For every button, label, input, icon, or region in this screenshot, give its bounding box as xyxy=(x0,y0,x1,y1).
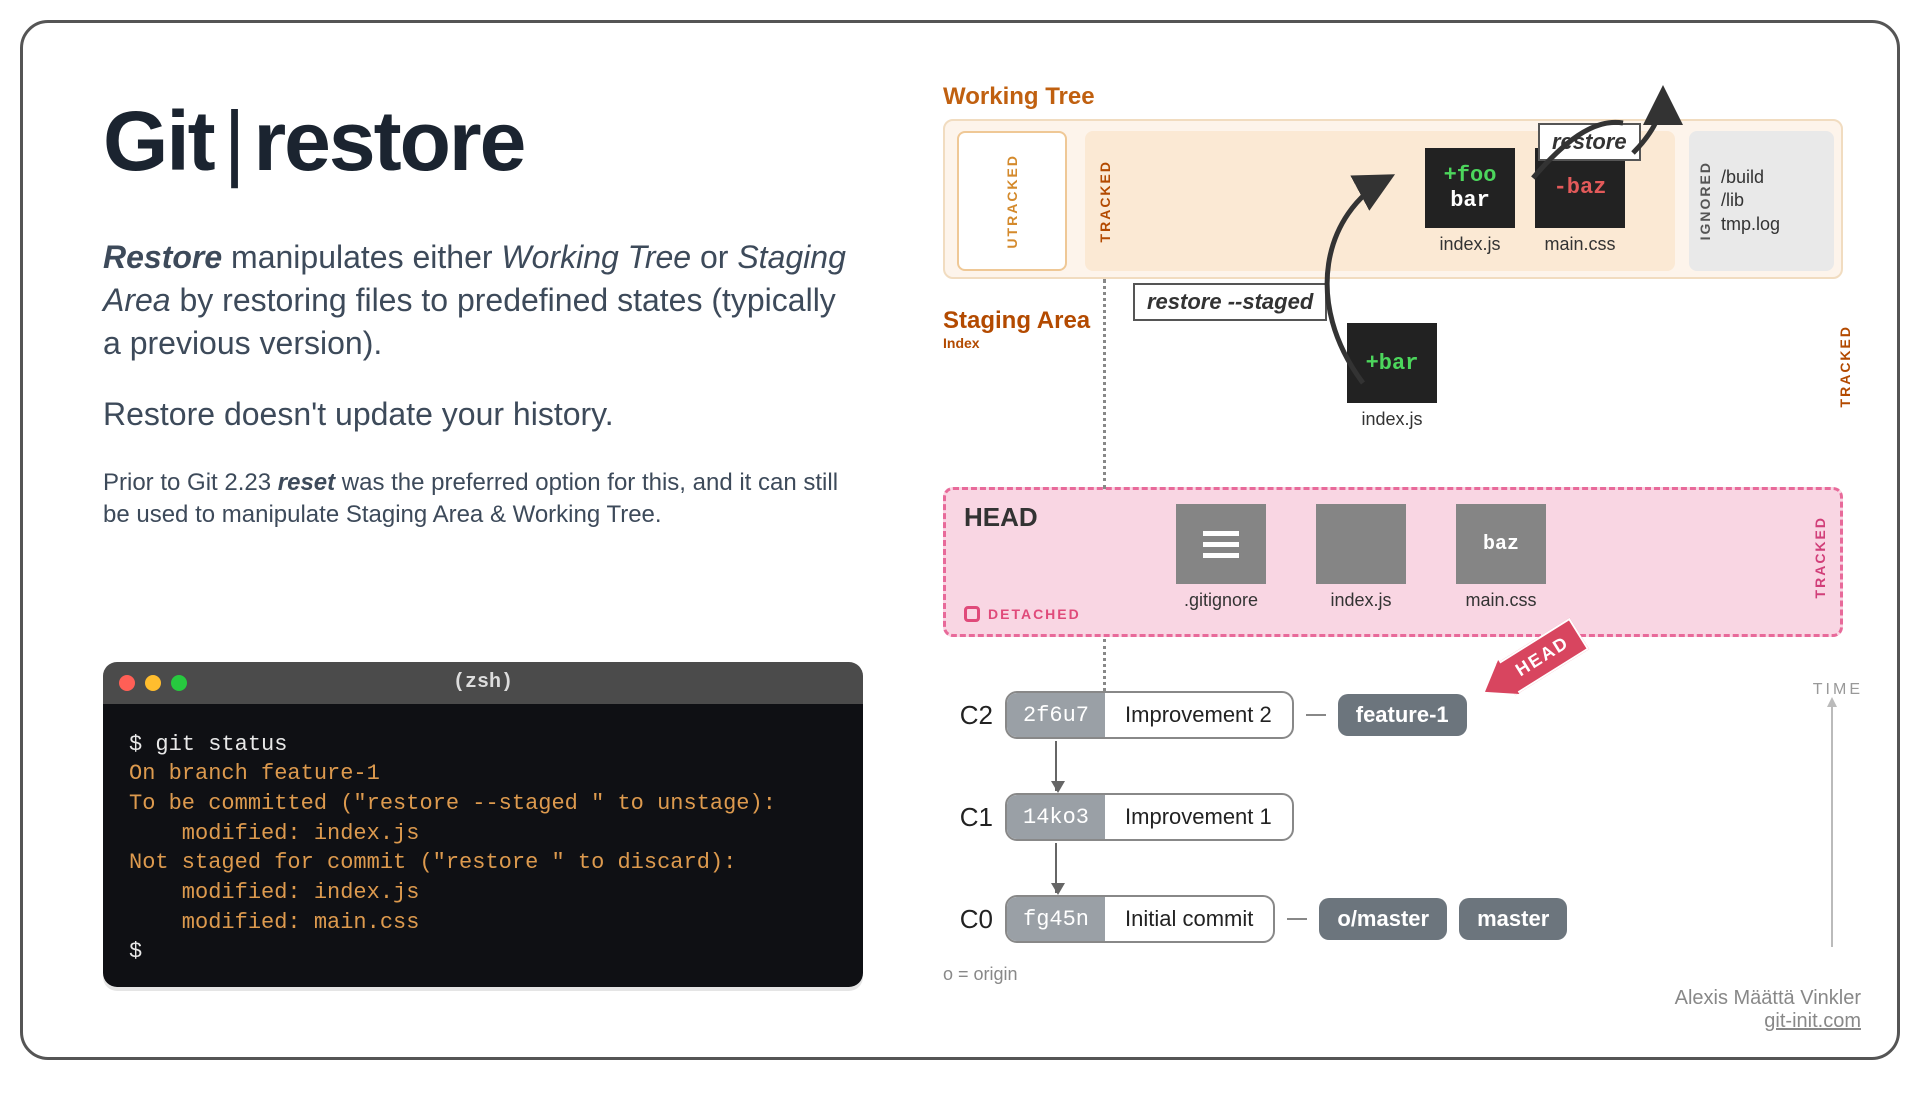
file-caption: index.js xyxy=(1439,234,1500,255)
head-files: .gitignore index.js baz main.css xyxy=(1166,504,1556,611)
detached-indicator: DETACHED xyxy=(964,606,1081,622)
commit-pill: 14ko3 Improvement 1 xyxy=(1005,793,1294,841)
file-caption: main.css xyxy=(1544,234,1615,255)
commit-row-c0: C0 fg45n Initial commit o/master master xyxy=(943,895,1843,943)
head-title: HEAD xyxy=(964,502,1038,533)
time-axis xyxy=(1831,707,1833,947)
commit-pill: fg45n Initial commit xyxy=(1005,895,1275,943)
commit-row-c2: C2 2f6u7 Improvement 2 feature-1 xyxy=(943,691,1843,739)
commit-arrow-c1-c0 xyxy=(1055,843,1057,893)
callout-restore: restore xyxy=(1538,123,1641,161)
title-separator: | xyxy=(214,94,254,188)
wt-tracked-label: TRACKED xyxy=(1097,160,1113,242)
file-block xyxy=(1176,504,1266,584)
head-box: HEAD DETACHED .gitignore index.js baz ma… xyxy=(943,487,1843,637)
working-tree-title: Working Tree xyxy=(943,83,1095,111)
title-right: restore xyxy=(253,94,524,188)
para1-lead: Restore xyxy=(103,239,222,275)
commit-arrow-c2-c1 xyxy=(1055,741,1057,791)
origin-note: o = origin xyxy=(943,964,1018,985)
branch-feature-1: feature-1 xyxy=(1338,694,1467,736)
head-file-indexjs: index.js xyxy=(1316,504,1406,611)
file-block: +bar xyxy=(1347,323,1437,403)
ignored-box: IGNORED /build /lib tmp.log xyxy=(1689,131,1834,271)
commit-row-c1: C1 14ko3 Improvement 1 xyxy=(943,793,1843,841)
head-file-gitignore: .gitignore xyxy=(1176,504,1266,611)
staging-subtitle: Index xyxy=(943,335,980,351)
paragraph-1: Restore manipulates either Working Tree … xyxy=(103,236,853,366)
title-left: Git xyxy=(103,94,214,188)
branch-master: master xyxy=(1459,898,1567,940)
staging-file-indexjs: +bar index.js xyxy=(1347,323,1437,430)
file-caption: index.js xyxy=(1361,409,1422,430)
file-block xyxy=(1316,504,1406,584)
paragraph-2: Restore doesn't update your history. xyxy=(103,396,853,433)
left-column: Git|restore Restore manipulates either W… xyxy=(103,93,853,531)
branch-o-master: o/master xyxy=(1319,898,1447,940)
terminal-shell-label: (zsh) xyxy=(103,671,863,694)
staging-tracked-label: TRACKED xyxy=(1837,325,1853,407)
head-file-maincss: baz main.css xyxy=(1456,504,1546,611)
ignored-list: /build /lib tmp.log xyxy=(1721,166,1780,236)
commit-pill: 2f6u7 Improvement 2 xyxy=(1005,691,1294,739)
dotted-connector xyxy=(1103,279,1106,489)
page-title: Git|restore xyxy=(103,93,853,190)
file-block: baz xyxy=(1456,504,1546,584)
diagram: Working Tree UTRACKED TRACKED +foo bar i… xyxy=(943,83,1863,1003)
credit-link[interactable]: git-init.com xyxy=(1675,1010,1861,1033)
terminal-titlebar: (zsh) xyxy=(103,662,863,704)
paragraph-3: Prior to Git 2.23 reset was the preferre… xyxy=(103,467,853,532)
checkbox-icon xyxy=(964,606,980,622)
callout-restore-staged: restore --staged xyxy=(1133,283,1327,321)
credit: Alexis Määttä Vinkler git-init.com xyxy=(1675,987,1861,1033)
dotted-connector-2 xyxy=(1103,639,1106,691)
untracked-box: UTRACKED xyxy=(957,131,1067,271)
staging-title: Staging Area xyxy=(943,307,1090,335)
untracked-label: UTRACKED xyxy=(1004,154,1020,249)
wt-file-maincss: -baz main.css xyxy=(1535,148,1625,255)
terminal-output: $ git status On branch feature-1 To be c… xyxy=(103,704,863,988)
ignored-label: IGNORED xyxy=(1697,161,1713,240)
file-block: +foo bar xyxy=(1425,148,1515,228)
terminal-window: (zsh) $ git status On branch feature-1 T… xyxy=(103,662,863,988)
slide-frame: Git|restore Restore manipulates either W… xyxy=(20,20,1900,1060)
time-label: TIME xyxy=(1813,681,1863,699)
working-tree-box: UTRACKED TRACKED +foo bar index.js -baz … xyxy=(943,119,1843,279)
head-tracked-label: TRACKED xyxy=(1812,516,1828,598)
wt-file-indexjs: +foo bar index.js xyxy=(1425,148,1515,255)
